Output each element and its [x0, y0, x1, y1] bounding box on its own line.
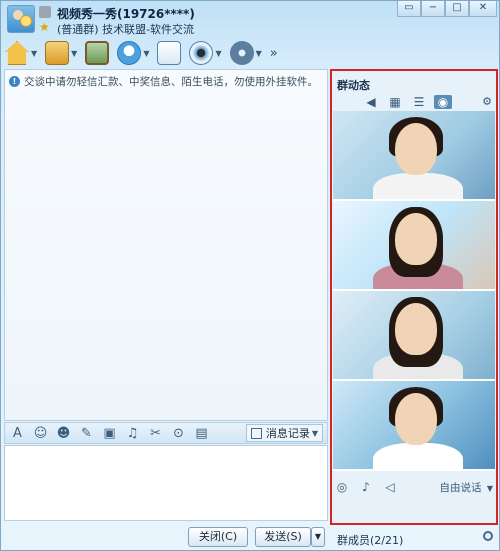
send-button[interactable]: 发送(S): [255, 527, 311, 547]
group-subtitle: (普通群) 技术联盟-软件交流: [57, 23, 195, 36]
message-button[interactable]: [157, 41, 182, 65]
volume-icon[interactable]: ◁: [383, 480, 397, 494]
more-tools-button[interactable]: »: [270, 46, 278, 61]
qq-group-window: ★ 视频秀一秀(19726****) (普通群) 技术联盟-软件交流 ▭ − □…: [0, 0, 500, 551]
bottom-bar: 关闭(C) 发送(S) ▼ 群成员(2/21): [1, 524, 500, 551]
fetion-icon[interactable]: ⊙: [171, 426, 186, 441]
message-history-label: 消息记录: [265, 427, 310, 440]
magic-expression-icon[interactable]: ☻: [56, 426, 71, 441]
main-toolbar: ▼ ▼ ▼ ▼ ▼ »: [5, 39, 278, 67]
group-activity-panel: 群动态 ◀ ▦ ☰ ◉ ⚙ ◎ ♪ ◁ 自由说话 ▼: [330, 69, 498, 525]
info-icon: !: [9, 76, 20, 87]
free-talk-dropdown[interactable]: 自由说话 ▼: [440, 480, 494, 495]
camera-toggle-icon[interactable]: ◎: [335, 480, 349, 494]
message-input[interactable]: [4, 445, 328, 521]
close-window-button[interactable]: ✕: [469, 1, 497, 17]
home-button[interactable]: ▼: [5, 41, 37, 65]
music-icon[interactable]: ♫: [125, 426, 140, 441]
security-notice: ! 交谈中请勿轻信汇款、中奖信息、陌生电话，勿使用外挂软件。: [9, 74, 318, 89]
video-tile[interactable]: [333, 291, 495, 381]
image-icon[interactable]: ▣: [102, 426, 117, 441]
camera-icon: [189, 41, 214, 65]
maximize-button[interactable]: □: [445, 1, 469, 17]
video-tile[interactable]: [333, 201, 495, 291]
screen-share-icon[interactable]: ▤: [194, 426, 209, 441]
send-options-button[interactable]: ▼: [311, 527, 325, 547]
person-body: [373, 173, 463, 199]
microphone-icon[interactable]: ♪: [359, 480, 373, 494]
home-icon: [5, 41, 29, 65]
chat-history[interactable]: ! 交谈中请勿轻信汇款、中奖信息、陌生电话，勿使用外挂软件。: [4, 69, 328, 421]
emoji-icon[interactable]: ☺: [33, 426, 48, 441]
message-icon: [157, 41, 182, 65]
video-tile[interactable]: [333, 381, 495, 471]
search-icon[interactable]: [483, 531, 493, 541]
video-tab-icon[interactable]: ◉: [434, 95, 452, 109]
gear-icon: [229, 41, 254, 65]
wrench-icon[interactable]: ⚙: [482, 95, 492, 108]
person-face: [395, 303, 437, 355]
person-body: [373, 443, 463, 469]
chevron-down-icon: ▼: [215, 48, 222, 58]
settings-button[interactable]: ▼: [229, 41, 262, 65]
group-level-icon: [39, 6, 51, 18]
font-icon[interactable]: A: [10, 426, 25, 441]
person-face: [395, 123, 437, 175]
chevron-down-icon: ▼: [486, 483, 493, 493]
input-toolbar: A ☺ ☻ ✎ ▣ ♫ ✂ ⊙ ▤ 消息记录 ▼: [4, 422, 328, 444]
screenshot-icon[interactable]: ✂: [148, 426, 163, 441]
list-icon[interactable]: ☰: [410, 95, 428, 109]
person-face: [395, 393, 437, 445]
speaker-icon[interactable]: ◀: [362, 95, 380, 109]
video-button[interactable]: ▼: [189, 41, 222, 65]
folder-icon: [45, 41, 70, 65]
panel-footer: ◎ ♪ ◁ 自由说话 ▼: [335, 477, 493, 497]
security-notice-text: 交谈中请勿轻信汇款、中奖信息、陌生电话，勿使用外挂软件。: [24, 76, 318, 88]
chevron-down-icon: ▼: [255, 48, 262, 58]
panel-tabs: ◀ ▦ ☰ ◉: [362, 95, 458, 109]
voice-icon: [117, 41, 142, 65]
group-name[interactable]: 视频秀一秀(19726****): [57, 5, 195, 22]
picture-icon[interactable]: ▦: [386, 95, 404, 109]
whiteboard-button[interactable]: [85, 41, 110, 65]
video-tile[interactable]: [333, 111, 495, 201]
skin-button[interactable]: ▭: [397, 1, 421, 17]
star-icon: ★: [39, 20, 50, 34]
doodle-icon[interactable]: ✎: [79, 426, 94, 441]
chevron-down-icon: ▼: [71, 48, 78, 58]
free-talk-label: 自由说话: [439, 481, 482, 494]
close-button[interactable]: 关闭(C): [188, 527, 248, 547]
message-history-button[interactable]: 消息记录 ▼: [245, 424, 323, 442]
voice-button[interactable]: ▼: [117, 41, 149, 65]
history-icon: [250, 427, 262, 439]
minimize-button[interactable]: −: [421, 1, 445, 17]
chevron-down-icon: ▼: [143, 48, 150, 58]
whiteboard-icon: [85, 41, 110, 65]
chevron-down-icon: ▼: [311, 428, 318, 438]
panel-title: 群动态: [337, 79, 370, 92]
window-controls: ▭ − □ ✕: [397, 1, 497, 17]
video-list: [333, 111, 495, 471]
title-bar[interactable]: ★ 视频秀一秀(19726****) (普通群) 技术联盟-软件交流 ▭ − □…: [1, 1, 500, 37]
group-avatar[interactable]: [7, 5, 35, 33]
chevron-down-icon: ▼: [31, 48, 38, 58]
shared-files-button[interactable]: ▼: [45, 41, 77, 65]
person-face: [395, 213, 437, 265]
member-count[interactable]: 群成员(2/21): [337, 532, 403, 548]
